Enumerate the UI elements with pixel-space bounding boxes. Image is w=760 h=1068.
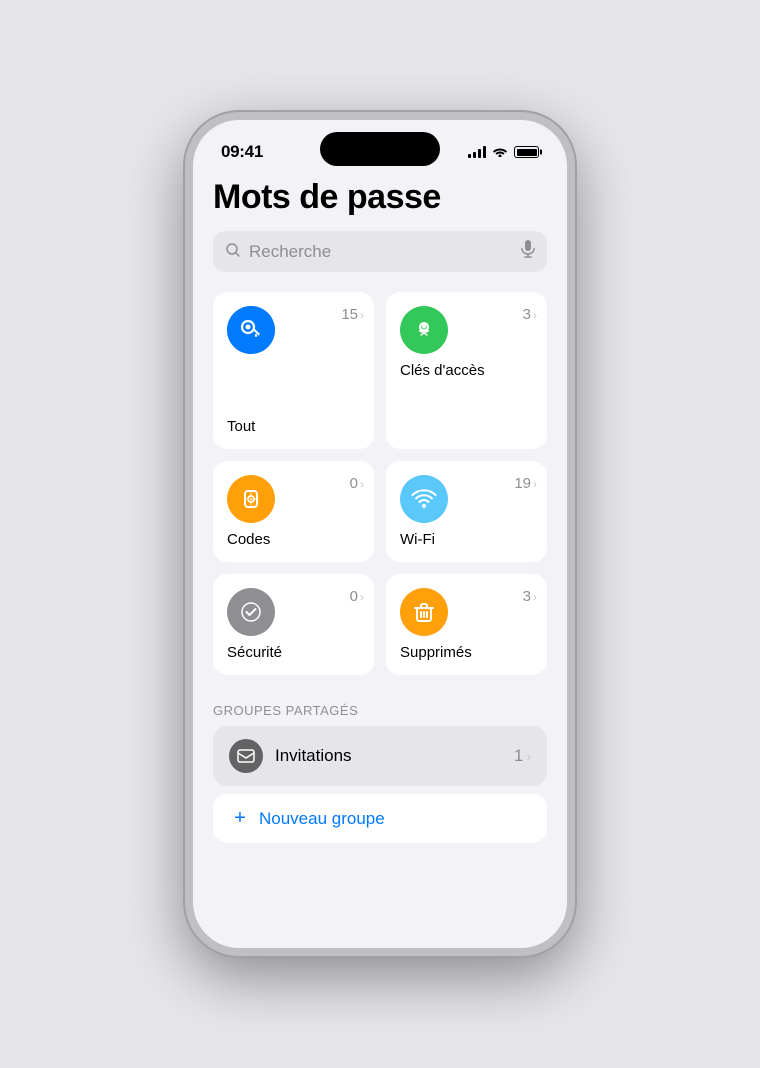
card-wifi-label: Wi-Fi [400,531,533,548]
supprimes-icon-circle [400,588,448,636]
card-securite[interactable]: 0 › Sécurité [213,574,374,675]
invitations-container: Invitations 1 › [213,726,547,786]
card-securite-label: Sécurité [227,644,360,661]
wifi-icon-circle [400,475,448,523]
dynamic-island [320,132,440,166]
invitations-icon [229,739,263,773]
invitations-count: 1 › [514,746,531,766]
screen: 09:41 [193,120,567,948]
chevron-icon: › [533,590,537,604]
search-icon [225,242,241,262]
card-tout-count: 15 › [341,306,364,323]
status-icons [468,145,539,160]
card-cles-count: 3 › [523,306,537,323]
chevron-icon: › [360,308,364,322]
signal-bar-3 [478,149,481,158]
shared-groups-section: GROUPES PARTAGÉS Invitations 1 › [213,703,547,843]
status-time: 09:41 [221,142,263,162]
battery-body [514,146,539,158]
codes-icon-circle [227,475,275,523]
card-supprimes-label: Supprimés [400,644,533,661]
shared-groups-label: GROUPES PARTAGÉS [213,703,547,718]
card-codes-count: 0 › [350,475,364,492]
chevron-icon: › [360,590,364,604]
phone-frame: 09:41 [185,112,575,956]
card-supprimes-count: 3 › [523,588,537,605]
plus-icon: + [229,807,251,830]
card-cles-label: Clés d'accès [400,362,533,379]
card-supprimes[interactable]: 3 › Supprimés [386,574,547,675]
card-codes[interactable]: 0 › Codes [213,461,374,562]
signal-bar-2 [473,152,476,158]
cards-grid: 15 › [213,292,547,675]
chevron-icon: › [533,308,537,322]
status-bar: 09:41 [193,120,567,170]
search-bar[interactable]: Recherche [213,231,547,272]
card-tout-icon-spacer [227,362,360,410]
wifi-status-icon [492,145,508,160]
card-codes-label: Codes [227,531,360,548]
cles-icon-circle [400,306,448,354]
signal-bar-1 [468,154,471,158]
new-group-button[interactable]: + Nouveau groupe [213,794,547,843]
card-tout[interactable]: 15 › [213,292,374,449]
signal-bars-icon [468,146,486,158]
chevron-icon: › [360,477,364,491]
chevron-icon: › [526,748,531,764]
main-content: Mots de passe Recherche [193,170,567,948]
battery-icon [514,146,539,158]
invitations-label: Invitations [275,746,502,766]
card-tout-label: Tout [227,418,360,435]
battery-fill [517,149,537,156]
card-wifi[interactable]: 19 › Wi-Fi [386,461,547,562]
tout-icon-circle [227,306,275,354]
search-placeholder: Recherche [249,242,513,262]
page-title: Mots de passe [213,178,547,217]
new-group-label: Nouveau groupe [259,809,385,829]
chevron-icon: › [533,477,537,491]
securite-icon-circle [227,588,275,636]
card-wifi-count: 19 › [514,475,537,492]
signal-bar-4 [483,146,486,158]
card-cles[interactable]: 3 › Clés d'accès [386,292,547,449]
card-securite-count: 0 › [350,588,364,605]
invitations-item[interactable]: Invitations 1 › [213,726,547,786]
microphone-icon[interactable] [521,240,535,263]
